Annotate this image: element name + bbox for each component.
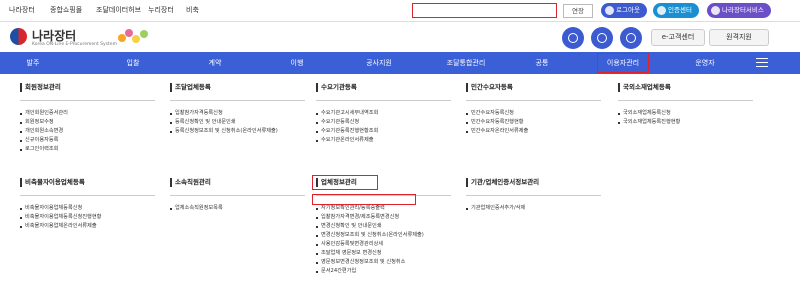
menu-link[interactable]: 입찰참가자격변경/제조등록변경신청 bbox=[316, 213, 451, 222]
taegeuk-logo-icon bbox=[10, 28, 27, 45]
logout-icon bbox=[605, 6, 614, 15]
user-icon bbox=[597, 33, 607, 43]
section-private-demand: 민간수요자등록 민간수요자등록신청 민간수요자등록진행현황 민간수요자온라인서류… bbox=[466, 83, 601, 136]
section-stockpile-company: 비축물자이용업체등록 비축물자이용업체등록신청 비축물자이용업체등록신청진행현황… bbox=[20, 178, 155, 231]
cert-icon bbox=[657, 6, 666, 15]
menu-link[interactable]: 신규이용자등록 bbox=[20, 136, 155, 145]
section-supplier-registration: 조달업체등록 입찰참가자격등록신청 등록신청확인 및 안내문인쇄 등록신청정보조… bbox=[170, 83, 305, 136]
nav-item-bid[interactable]: 입찰 bbox=[113, 58, 153, 68]
menu-link[interactable]: 사용인감등록및변경관리상세 bbox=[316, 240, 451, 249]
nav-item-construction[interactable]: 공사지원 bbox=[359, 58, 399, 68]
menu-link[interactable]: 비축물자이용업체온라인서류제출 bbox=[20, 222, 155, 231]
flower-decoration-icon bbox=[118, 28, 152, 46]
mail-button[interactable] bbox=[620, 27, 642, 49]
section-title: 국외소재업체등록 bbox=[618, 83, 753, 92]
top-link-nuri[interactable]: 누리장터 bbox=[148, 5, 174, 15]
top-link-stockpile[interactable]: 비축 bbox=[186, 5, 199, 15]
section-company-info: 업체정보관리 자기정보확인관리/등록증출력 입찰참가자격변경/제조등록변경신청 … bbox=[316, 178, 451, 276]
menu-link[interactable]: 조달업체 영문정보 변경신청 bbox=[316, 249, 451, 258]
menu-link[interactable]: 업체소속직원정보목록 bbox=[170, 204, 305, 213]
menu-link[interactable]: 등록신청확인 및 안내문인쇄 bbox=[170, 118, 305, 127]
narajangteo-service-button[interactable]: 나라장터서비스 bbox=[707, 3, 771, 18]
menu-link[interactable]: 입찰참가자격등록신청 bbox=[170, 109, 305, 118]
service-label: 나라장터서비스 bbox=[722, 6, 764, 14]
highlight-box-section-title bbox=[312, 175, 378, 190]
menu-link[interactable]: 변경신청정보조회 및 신청취소(온라인서류제출) bbox=[316, 231, 441, 240]
menu-link[interactable]: 변경신청확인 및 안내문인쇄 bbox=[316, 222, 451, 231]
section-foreign-company: 국외소재업체등록 국외소재업체등록신청 국외소재업체등록진행현황 bbox=[618, 83, 753, 127]
section-certificate-info: 기관/업체인증서정보관리 기관업체인증서추가/삭제 bbox=[466, 178, 601, 213]
section-title: 조달업체등록 bbox=[170, 83, 305, 92]
nav-item-operator[interactable]: 운영자 bbox=[685, 58, 725, 68]
nav-item-order[interactable]: 발주 bbox=[13, 58, 53, 68]
nav-item-user-management[interactable]: 이용자관리 bbox=[603, 58, 643, 68]
section-title: 수요기관등록 bbox=[316, 83, 451, 92]
nav-item-common[interactable]: 공통 bbox=[522, 58, 562, 68]
customer-center-button[interactable]: e-고객센터 bbox=[651, 29, 705, 46]
cert-center-button[interactable]: 인증센터 bbox=[653, 3, 699, 18]
logout-button[interactable]: 로그아웃 bbox=[601, 3, 647, 18]
menu-link[interactable]: 비축물자이용업체등록신청진행현황 bbox=[20, 213, 155, 222]
logo-subtitle: Korea ON-Line E-Procurement System bbox=[32, 42, 117, 47]
main-nav: 발주 입찰 계약 이행 공사지원 조달통합관리 공통 이용자관리 운영자 bbox=[0, 52, 800, 74]
nav-item-fulfillment[interactable]: 이행 bbox=[277, 58, 317, 68]
menu-link[interactable]: 등록신청정보조회 및 신청취소(온라인서류제출) bbox=[170, 127, 295, 136]
hamburger-menu-icon[interactable] bbox=[756, 58, 768, 67]
section-title: 소속직원관리 bbox=[170, 178, 305, 187]
top-search-input[interactable] bbox=[412, 3, 557, 18]
menu-link[interactable]: 수요기관등록신청 bbox=[316, 118, 451, 127]
nav-item-contract[interactable]: 계약 bbox=[195, 58, 235, 68]
nav-item-integrated[interactable]: 조달통합관리 bbox=[441, 58, 491, 68]
menu-link[interactable]: 영문정보변경신청정보조회 및 신청취소 bbox=[316, 258, 451, 267]
top-link-datahub[interactable]: 조달데이터허브 bbox=[96, 5, 141, 15]
top-link-narajangteo[interactable]: 나라장터 bbox=[9, 5, 35, 15]
top-link-shopping[interactable]: 종합쇼핑몰 bbox=[50, 5, 82, 15]
menu-link[interactable]: 자기정보확인관리/등록증출력 bbox=[316, 204, 451, 213]
menu-link[interactable]: 민간수요자등록진행현황 bbox=[466, 118, 601, 127]
logout-label: 로그아웃 bbox=[616, 6, 640, 14]
service-icon bbox=[711, 6, 720, 15]
menu-link[interactable]: 민간수요자등록신청 bbox=[466, 109, 601, 118]
section-demand-agency: 수요기관등록 수요기관고시세부내역조회 수요기관등록신청 수요기관등록진행현황조… bbox=[316, 83, 451, 145]
mail-icon bbox=[626, 33, 636, 43]
section-member-info: 회원정보관리 개인회원인증서관리 회원정보수정 개인회원소속변경 신규이용자등록… bbox=[20, 83, 155, 154]
menu-link[interactable]: 로그인이력조회 bbox=[20, 145, 155, 154]
menu-link[interactable]: 민간수요자온라인서류제출 bbox=[466, 127, 601, 136]
menu-link[interactable]: 개인회원인증서관리 bbox=[20, 109, 155, 118]
cert-center-label: 인증센터 bbox=[668, 6, 692, 14]
menu-link[interactable]: 수요기관온라인서류제출 bbox=[316, 136, 451, 145]
search-button[interactable] bbox=[562, 27, 584, 49]
menu-link[interactable]: 기관업체인증서추가/삭제 bbox=[466, 204, 601, 213]
section-title: 민간수요자등록 bbox=[466, 83, 601, 92]
section-title: 기관/업체인증서정보관리 bbox=[466, 178, 601, 187]
menu-link[interactable]: 개인회원소속변경 bbox=[20, 127, 155, 136]
search-icon bbox=[568, 33, 578, 43]
section-title: 회원정보관리 bbox=[20, 83, 155, 92]
section-title: 비축물자이용업체등록 bbox=[20, 178, 155, 187]
menu-link[interactable]: 회원정보수정 bbox=[20, 118, 155, 127]
section-staff-management: 소속직원관리 업체소속직원정보목록 bbox=[170, 178, 305, 213]
highlight-box-menu-link bbox=[312, 194, 416, 205]
menu-link[interactable]: 비축물자이용업체등록신청 bbox=[20, 204, 155, 213]
menu-link[interactable]: 수요기관등록진행현황조회 bbox=[316, 127, 451, 136]
remote-support-button[interactable]: 원격지원 bbox=[709, 29, 769, 46]
menu-link[interactable]: 국외소재업체등록진행현황 bbox=[618, 118, 753, 127]
user-button[interactable] bbox=[591, 27, 613, 49]
menu-link[interactable]: 문서24간편가입 bbox=[316, 267, 451, 276]
menu-link[interactable]: 국외소재업체등록신청 bbox=[618, 109, 753, 118]
session-extend-button[interactable]: 연장 bbox=[563, 4, 593, 18]
menu-link[interactable]: 수요기관고시세부내역조회 bbox=[316, 109, 451, 118]
